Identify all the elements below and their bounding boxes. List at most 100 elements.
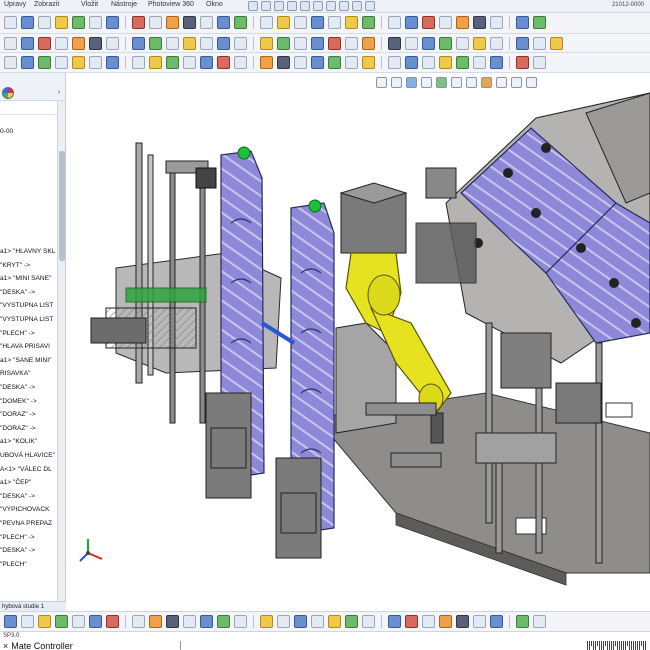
help-icon[interactable] xyxy=(456,37,469,50)
render-icon[interactable] xyxy=(311,56,324,69)
section-icon[interactable] xyxy=(55,615,68,628)
tree-item[interactable]: "PEVNA PREPAZ xyxy=(0,519,58,528)
rectangle-icon[interactable] xyxy=(439,56,452,69)
menu-zobrazit[interactable]: Zobrazit xyxy=(34,1,59,8)
section-icon[interactable] xyxy=(362,16,375,29)
measure-icon[interactable] xyxy=(328,16,341,29)
zoom-icon[interactable] xyxy=(183,56,196,69)
zoom-to-fit-icon[interactable] xyxy=(376,77,387,88)
camera-icon[interactable] xyxy=(490,16,503,29)
status-dropdown[interactable] xyxy=(180,641,185,650)
print-icon[interactable] xyxy=(300,1,310,11)
options-icon[interactable] xyxy=(328,56,341,69)
tree-item[interactable]: a1> "SANE MINI" xyxy=(0,356,58,365)
tree-item[interactable]: "PLECH" xyxy=(0,560,58,569)
offset-icon[interactable] xyxy=(490,56,503,69)
display-monitor-icon[interactable] xyxy=(526,77,537,88)
tree-item[interactable]: a1> "HLAVNY SKL xyxy=(0,247,58,256)
shell-icon[interactable] xyxy=(166,16,179,29)
measure-icon[interactable] xyxy=(21,615,34,628)
interference-icon[interactable] xyxy=(311,16,324,29)
menu-okno[interactable]: Okno xyxy=(206,1,223,8)
pan-icon[interactable] xyxy=(311,37,324,50)
move-component-icon[interactable] xyxy=(166,37,179,50)
rectangle-icon[interactable] xyxy=(328,615,341,628)
tree-item[interactable]: "VYSTUPNA LIST xyxy=(0,315,58,324)
scene-icon[interactable] xyxy=(149,615,162,628)
hole-icon[interactable] xyxy=(149,16,162,29)
file-properties-icon[interactable] xyxy=(352,1,362,11)
move-component-icon[interactable] xyxy=(55,56,68,69)
render-icon[interactable] xyxy=(516,16,529,29)
smart-dimension-icon[interactable] xyxy=(533,56,546,69)
camera-icon[interactable] xyxy=(405,37,418,50)
graphics-viewport[interactable] xyxy=(66,73,650,603)
tree-scrollbar[interactable] xyxy=(57,101,65,601)
scene-icon[interactable] xyxy=(456,16,469,29)
circle-icon[interactable] xyxy=(405,56,418,69)
help-icon[interactable] xyxy=(345,56,358,69)
zoom-icon[interactable] xyxy=(388,16,401,29)
assembly-model[interactable] xyxy=(66,73,650,603)
render-icon[interactable] xyxy=(200,615,213,628)
appearance-icon[interactable] xyxy=(439,16,452,29)
tree-root-item[interactable]: 0-00 xyxy=(0,127,58,136)
section-icon[interactable] xyxy=(277,37,290,50)
options-icon[interactable] xyxy=(217,615,230,628)
mass-properties-icon[interactable] xyxy=(38,615,51,628)
lighting-icon[interactable] xyxy=(166,615,179,628)
pan-icon[interactable] xyxy=(200,56,213,69)
view-settings-icon[interactable] xyxy=(511,77,522,88)
line-icon[interactable] xyxy=(388,56,401,69)
arc-icon[interactable] xyxy=(311,615,324,628)
display-style-icon[interactable] xyxy=(451,77,462,88)
offset-icon[interactable] xyxy=(388,615,401,628)
tree-item[interactable]: "KRYT" -> xyxy=(0,261,58,270)
home-icon[interactable] xyxy=(248,1,258,11)
section-view-icon[interactable] xyxy=(421,77,432,88)
tree-item[interactable]: a1> "ČEP" xyxy=(0,478,58,487)
zoom-icon[interactable] xyxy=(294,37,307,50)
interference-icon[interactable] xyxy=(106,56,119,69)
menu-nastroje[interactable]: Nástroje xyxy=(111,1,137,8)
mate-icon[interactable] xyxy=(132,37,145,50)
mate-icon[interactable] xyxy=(217,16,230,29)
apply-scene-icon[interactable] xyxy=(496,77,507,88)
search-icon[interactable] xyxy=(260,615,273,628)
trim-icon[interactable] xyxy=(362,615,375,628)
save-icon[interactable] xyxy=(287,1,297,11)
smart-dimension-icon[interactable] xyxy=(4,16,17,29)
convert-icon[interactable] xyxy=(516,56,529,69)
tree-scrollbar-thumb[interactable] xyxy=(59,151,65,261)
rotate-icon[interactable] xyxy=(328,37,341,50)
rotate-component-icon[interactable] xyxy=(277,16,290,29)
rotate-component-icon[interactable] xyxy=(183,37,196,50)
scene-icon[interactable] xyxy=(260,56,273,69)
trim-icon[interactable] xyxy=(473,56,486,69)
tree-item[interactable]: "DESKA" -> xyxy=(0,546,58,555)
tree-item[interactable]: a1> "KOLIK" xyxy=(0,437,58,446)
spline-icon[interactable] xyxy=(345,615,358,628)
insert-component-icon[interactable] xyxy=(38,56,51,69)
shell-icon[interactable] xyxy=(72,37,85,50)
search-icon[interactable] xyxy=(362,56,375,69)
hide-show-items-icon[interactable] xyxy=(466,77,477,88)
tree-item[interactable]: "DESKA" -> xyxy=(0,383,58,392)
tree-item[interactable]: "DOMEK" -> xyxy=(0,397,58,406)
insert-component-icon[interactable] xyxy=(234,16,247,29)
smart-dimension-icon[interactable] xyxy=(422,615,435,628)
rectangle-icon[interactable] xyxy=(550,37,563,50)
spline-icon[interactable] xyxy=(456,56,469,69)
move-component-icon[interactable] xyxy=(260,16,273,29)
lighting-icon[interactable] xyxy=(473,16,486,29)
tree-item[interactable]: "DESKA" -> xyxy=(0,288,58,297)
mass-properties-icon[interactable] xyxy=(345,16,358,29)
chamfer-icon[interactable] xyxy=(89,16,102,29)
circle-icon[interactable] xyxy=(294,615,307,628)
insert-component-icon[interactable] xyxy=(149,37,162,50)
tree-item[interactable]: UBOVÁ HLAVICE" xyxy=(0,451,58,460)
rib-icon[interactable] xyxy=(89,37,102,50)
appearance-icon[interactable] xyxy=(234,56,247,69)
options-icon[interactable] xyxy=(439,37,452,50)
menu-vlozit[interactable]: Vložit xyxy=(81,1,98,8)
